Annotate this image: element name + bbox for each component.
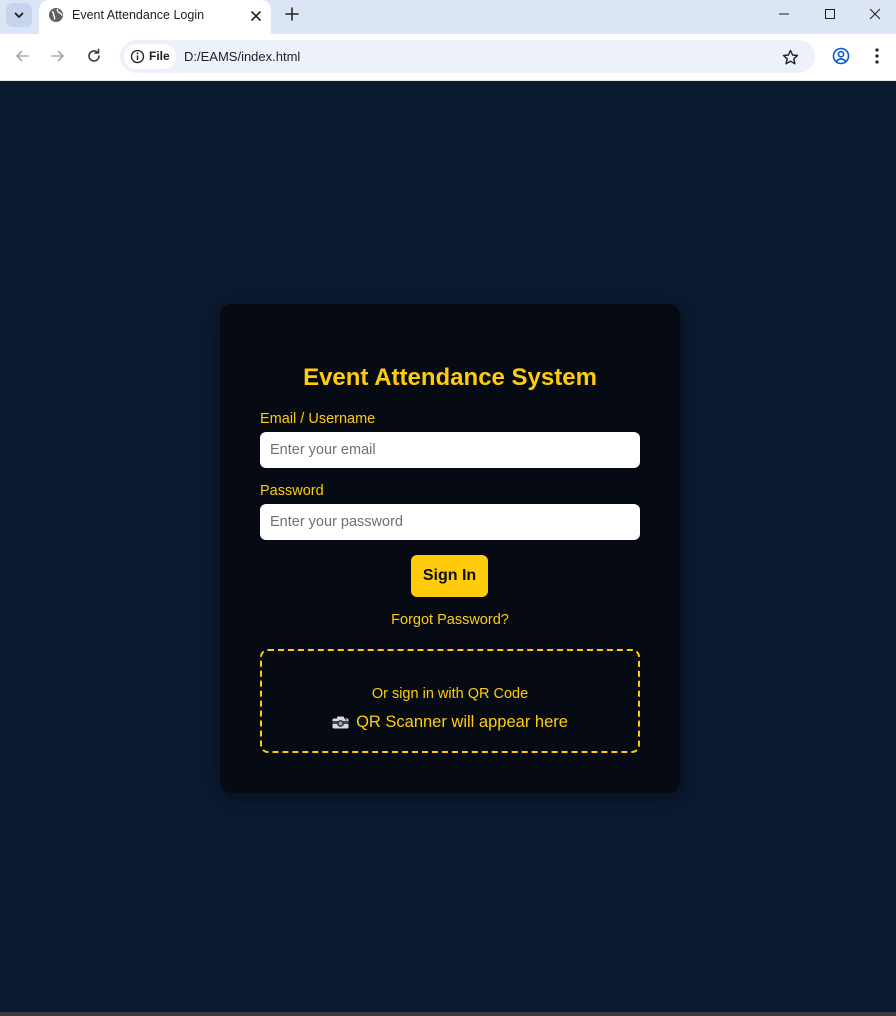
account-icon [832, 47, 850, 65]
star-icon [782, 49, 798, 64]
url-text[interactable]: D:/EAMS/index.html [184, 49, 300, 64]
tab-search-button[interactable] [6, 3, 32, 27]
page-viewport: Event Attendance System Email / Username… [0, 81, 896, 1016]
close-icon [869, 8, 880, 20]
qr-placeholder: QR Scanner will appear here [262, 713, 638, 732]
page-title: Event Attendance System [303, 364, 597, 391]
qr-placeholder-text: QR Scanner will appear here [356, 713, 568, 731]
profile-button[interactable] [831, 46, 851, 66]
site-info-label: File [149, 49, 170, 63]
arrow-right-icon [51, 50, 64, 62]
password-label: Password [260, 483, 324, 499]
sign-in-button[interactable]: Sign In [411, 555, 488, 597]
qr-signin-label: Or sign in with QR Code [371, 686, 529, 702]
browser-menu-button[interactable] [867, 46, 887, 66]
camera-icon [332, 716, 349, 729]
window-close-button[interactable] [853, 0, 896, 28]
more-vert-icon [875, 48, 879, 64]
tab-close-button[interactable] [247, 7, 265, 25]
browser-toolbar: File D:/EAMS/index.html [0, 34, 896, 81]
new-tab-button[interactable] [282, 4, 302, 24]
reload-icon [88, 48, 100, 62]
tab-title: Event Attendance Login [72, 8, 205, 22]
back-button[interactable] [12, 46, 32, 66]
site-info-chip[interactable]: File [124, 44, 176, 69]
minimize-icon [779, 13, 789, 15]
browser-titlebar: Event Attendance Login [0, 0, 896, 34]
minimize-button[interactable] [761, 0, 807, 28]
password-field[interactable] [260, 504, 640, 540]
info-icon [130, 49, 145, 64]
close-icon [251, 11, 261, 21]
globe-icon [49, 8, 63, 22]
forgot-password-link[interactable]: Forgot Password? [220, 612, 680, 628]
login-card: Event Attendance System Email / Username… [220, 304, 680, 793]
reload-button[interactable] [84, 46, 104, 66]
maximize-icon [825, 9, 835, 19]
bookmark-button[interactable] [780, 47, 800, 67]
address-bar[interactable]: File D:/EAMS/index.html [120, 40, 815, 73]
plus-icon [285, 7, 299, 21]
qr-scanner-area[interactable]: Or sign in with QR Code QR Scanner will … [260, 649, 640, 753]
taskbar-edge [0, 1012, 896, 1016]
forward-button[interactable] [48, 46, 68, 66]
email-field[interactable] [260, 432, 640, 468]
browser-tab[interactable]: Event Attendance Login [39, 0, 271, 34]
arrow-left-icon [16, 50, 29, 62]
email-label: Email / Username [260, 411, 376, 427]
chevron-down-icon [14, 12, 24, 18]
maximize-button[interactable] [807, 0, 853, 28]
